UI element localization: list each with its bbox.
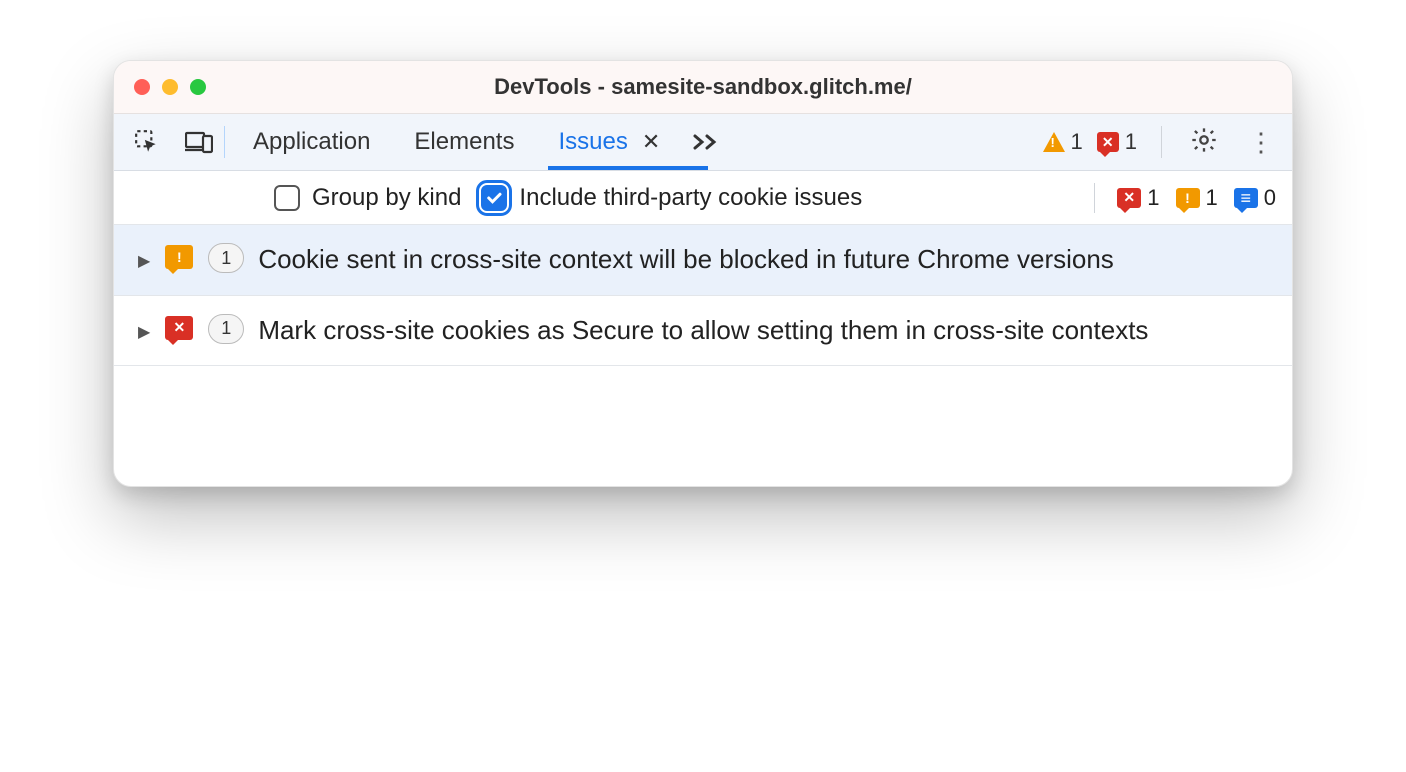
issue-count-badge: 1 <box>208 314 244 344</box>
warning-triangle-icon <box>1043 132 1065 152</box>
issue-severity-icon: ✕ <box>164 316 194 340</box>
issues-toolbar: Group by kind Include third-party cookie… <box>114 171 1292 225</box>
empty-space <box>114 366 1292 486</box>
error-speech-icon: ✕ <box>1117 188 1141 208</box>
header-error-badge[interactable]: ✕ 1 <box>1097 129 1137 155</box>
warning-speech-icon: ! <box>1176 188 1200 208</box>
subbar-divider <box>1094 183 1095 213</box>
checkbox-icon <box>274 185 300 211</box>
more-tabs-button[interactable] <box>682 114 730 170</box>
filter-info-badge[interactable]: ≡ 0 <box>1234 185 1276 211</box>
maximize-window-button[interactable] <box>190 79 206 95</box>
filter-warning-badge[interactable]: ! 1 <box>1176 185 1218 211</box>
tab-elements[interactable]: Elements <box>392 114 536 170</box>
issue-severity-icon: ! <box>164 245 194 269</box>
toolbar-divider <box>224 126 225 158</box>
filter-error-badge[interactable]: ✕ 1 <box>1117 185 1159 211</box>
group-by-kind-label: Group by kind <box>312 184 461 212</box>
minimize-window-button[interactable] <box>162 79 178 95</box>
error-square-icon: ✕ <box>1097 132 1119 152</box>
issue-title: Mark cross-site cookies as Secure to all… <box>258 312 1268 350</box>
inspect-element-icon[interactable] <box>132 127 162 157</box>
checkbox-checked-icon <box>481 185 507 211</box>
titlebar: DevTools - samesite-sandbox.glitch.me/ <box>114 61 1292 113</box>
expand-arrow-icon[interactable]: ▶ <box>138 251 150 271</box>
main-toolbar: Application Elements Issues ✕ 1 ✕ 1 <box>114 113 1292 171</box>
close-window-button[interactable] <box>134 79 150 95</box>
issue-title: Cookie sent in cross-site context will b… <box>258 241 1268 279</box>
window-title: DevTools - samesite-sandbox.glitch.me/ <box>114 74 1292 100</box>
group-by-kind-checkbox[interactable]: Group by kind <box>274 184 461 212</box>
tab-issues[interactable]: Issues ✕ <box>536 114 682 170</box>
tab-application[interactable]: Application <box>231 114 392 170</box>
toolbar-divider <box>1161 126 1162 158</box>
include-third-party-checkbox[interactable]: Include third-party cookie issues <box>481 184 862 212</box>
info-speech-icon: ≡ <box>1234 188 1258 208</box>
panel-tabs: Application Elements Issues ✕ <box>231 114 1043 170</box>
devtools-window: DevTools - samesite-sandbox.glitch.me/ A… <box>113 60 1293 487</box>
expand-arrow-icon[interactable]: ▶ <box>138 322 150 342</box>
window-controls <box>134 79 206 95</box>
include-third-party-label: Include third-party cookie issues <box>519 184 862 212</box>
issue-row[interactable]: ▶ ! 1 Cookie sent in cross-site context … <box>114 225 1292 296</box>
header-warning-badge[interactable]: 1 <box>1043 129 1083 155</box>
device-toolbar-icon[interactable] <box>184 127 214 157</box>
issue-row[interactable]: ▶ ✕ 1 Mark cross-site cookies as Secure … <box>114 296 1292 367</box>
close-tab-icon[interactable]: ✕ <box>642 129 660 155</box>
issue-count-badge: 1 <box>208 243 244 273</box>
settings-button[interactable] <box>1182 126 1226 159</box>
issues-list: ▶ ! 1 Cookie sent in cross-site context … <box>114 225 1292 366</box>
more-options-button[interactable]: ⋮ <box>1240 127 1282 158</box>
